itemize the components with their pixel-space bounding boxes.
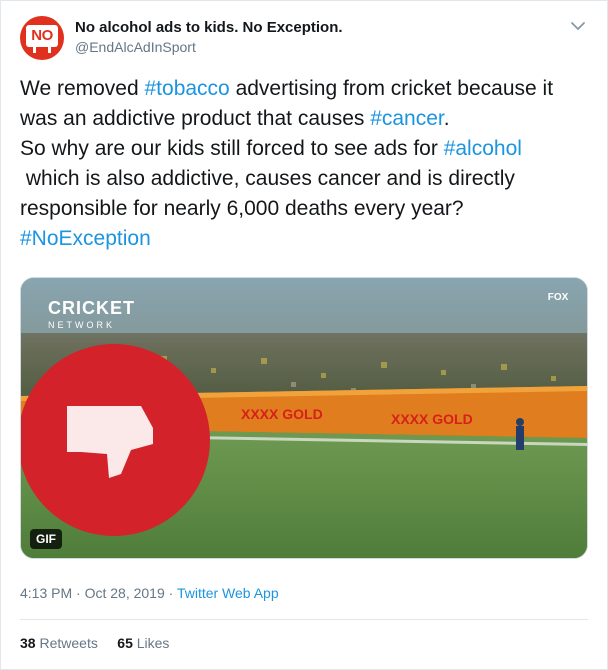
tweet-text: We removed #tobacco advertising from cri… (20, 74, 590, 254)
tweet-text-segment: which is also addictive, causes cancer a… (20, 167, 515, 220)
tweet-stats: 38 Retweets 65 Likes (20, 635, 169, 651)
hashtag-link[interactable]: #tobacco (145, 77, 230, 100)
account-handle[interactable]: @EndAlcAdInSport (75, 39, 196, 55)
divider (20, 619, 588, 620)
tv-leg (48, 47, 51, 53)
likes-stat[interactable]: 65 Likes (117, 635, 169, 651)
tweet-text-segment: We removed (20, 77, 145, 100)
source-app-link[interactable]: Twitter Web App (177, 585, 279, 601)
tv-logo-icon: NO (26, 25, 58, 47)
retweets-stat[interactable]: 38 Retweets (20, 635, 98, 651)
hashtag-link[interactable]: #alcohol (444, 137, 522, 160)
gif-media[interactable]: CRICKET NETWORK FOX XXXX GOLD XXXX GOLD … (20, 277, 588, 559)
chevron-down-icon[interactable] (569, 19, 587, 33)
hashtag-link[interactable]: #NoException (20, 227, 151, 250)
avatar[interactable]: NO (20, 16, 64, 60)
gif-badge: GIF (30, 529, 62, 549)
banner-text: XXXX GOLD (241, 406, 323, 422)
likes-count: 65 (117, 635, 133, 651)
tweet-meta: 4:13 PM · Oct 28, 2019 · Twitter Web App (20, 585, 279, 601)
retweets-label: Retweets (39, 635, 98, 651)
account-name[interactable]: No alcohol ads to kids. No Exception. (75, 19, 343, 36)
retweets-count: 38 (20, 635, 36, 651)
banner-text: XXXX GOLD (391, 411, 473, 427)
tweet-card: NO No alcohol ads to kids. No Exception.… (0, 0, 608, 670)
avatar-text: NO (31, 27, 53, 44)
hashtag-link[interactable]: #cancer (370, 107, 444, 130)
banner-text-layer: XXXX GOLD XXXX GOLD (241, 406, 473, 427)
tv-leg (33, 47, 36, 53)
likes-label: Likes (136, 635, 170, 651)
timestamp[interactable]: 4:13 PM · Oct 28, 2019 · (20, 585, 177, 601)
